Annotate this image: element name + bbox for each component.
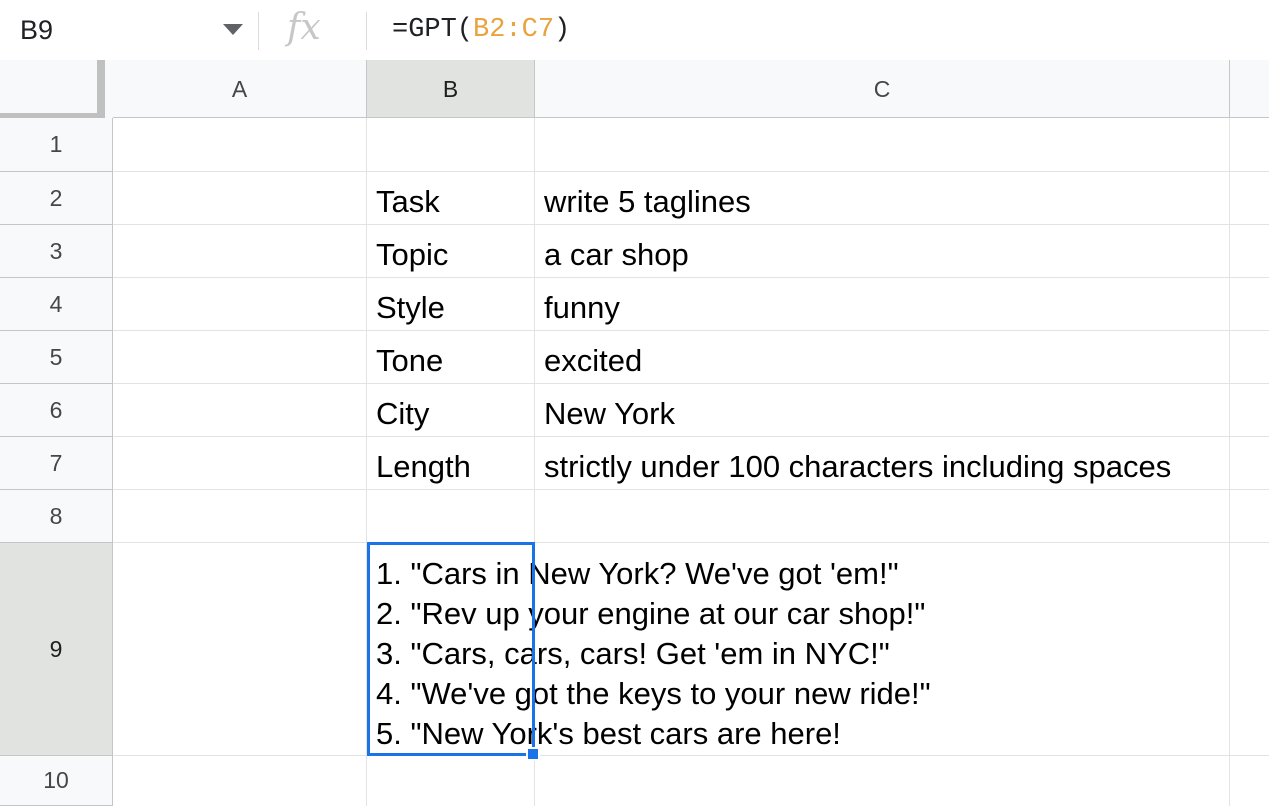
grid-line [366, 118, 367, 806]
cell-c4[interactable]: funny [544, 290, 620, 326]
column-header-d[interactable] [1230, 60, 1269, 118]
select-all-corner[interactable] [0, 60, 105, 118]
grid-line [113, 755, 1269, 756]
cell-c3[interactable]: a car shop [544, 237, 689, 273]
cell-b3[interactable]: Topic [376, 237, 448, 273]
row-header-3[interactable]: 3 [0, 225, 113, 278]
formula-prefix: =GPT( [392, 15, 473, 45]
cell-c6[interactable]: New York [544, 396, 675, 432]
tagline-line: 5. "New York's best cars are here! [376, 714, 931, 754]
row-header-5[interactable]: 5 [0, 331, 113, 384]
formula-bar: B9 fx =GPT(B2:C7) [0, 0, 1269, 61]
column-header-b[interactable]: B [367, 60, 535, 118]
row-header-10[interactable]: 10 [0, 756, 113, 806]
cell-b2[interactable]: Task [376, 184, 440, 220]
divider [366, 12, 367, 50]
fx-icon: fx [287, 6, 321, 50]
row-header-1[interactable]: 1 [0, 118, 113, 172]
column-header-a[interactable]: A [113, 60, 367, 118]
column-header-c[interactable]: C [535, 60, 1230, 118]
grid-line [113, 489, 1269, 490]
row-header-7[interactable]: 7 [0, 437, 113, 490]
grid-line [113, 277, 1269, 278]
formula-input[interactable]: =GPT(B2:C7) [392, 12, 570, 48]
cell-c5[interactable]: excited [544, 343, 642, 379]
cell-b6[interactable]: City [376, 396, 429, 432]
row-header-2[interactable]: 2 [0, 172, 113, 225]
name-box-dropdown-icon[interactable] [218, 13, 248, 47]
grid-line [1229, 118, 1230, 806]
grid-line [113, 436, 1269, 437]
column-header-row: A B C [0, 60, 1269, 118]
grid-line [113, 542, 1269, 543]
row-header-6[interactable]: 6 [0, 384, 113, 437]
row-header-8[interactable]: 8 [0, 490, 113, 543]
cell-c2[interactable]: write 5 taglines [544, 184, 751, 220]
formula-suffix: ) [554, 15, 570, 45]
formula-range-ref: B2:C7 [473, 15, 554, 45]
row-header-4[interactable]: 4 [0, 278, 113, 331]
name-box[interactable]: B9 [20, 12, 53, 48]
cell-b4[interactable]: Style [376, 290, 445, 326]
grid-line [113, 224, 1269, 225]
tagline-line: 2. "Rev up your engine at our car shop!" [376, 594, 931, 634]
tagline-line: 4. "We've got the keys to your new ride!… [376, 674, 931, 714]
cell-b5[interactable]: Tone [376, 343, 443, 379]
tagline-line: 1. "Cars in New York? We've got 'em!" [376, 554, 931, 594]
fill-handle[interactable] [526, 747, 540, 761]
grid-line [113, 383, 1269, 384]
grid-line [113, 171, 1269, 172]
cell-c7[interactable]: strictly under 100 characters including … [544, 449, 1171, 485]
tagline-line: 3. "Cars, cars, cars! Get 'em in NYC!" [376, 634, 931, 674]
divider [258, 12, 259, 50]
row-header-9[interactable]: 9 [0, 543, 113, 756]
grid-line [113, 330, 1269, 331]
cell-b7[interactable]: Length [376, 449, 471, 485]
cell-b9[interactable]: 1. "Cars in New York? We've got 'em!" 2.… [376, 554, 931, 754]
